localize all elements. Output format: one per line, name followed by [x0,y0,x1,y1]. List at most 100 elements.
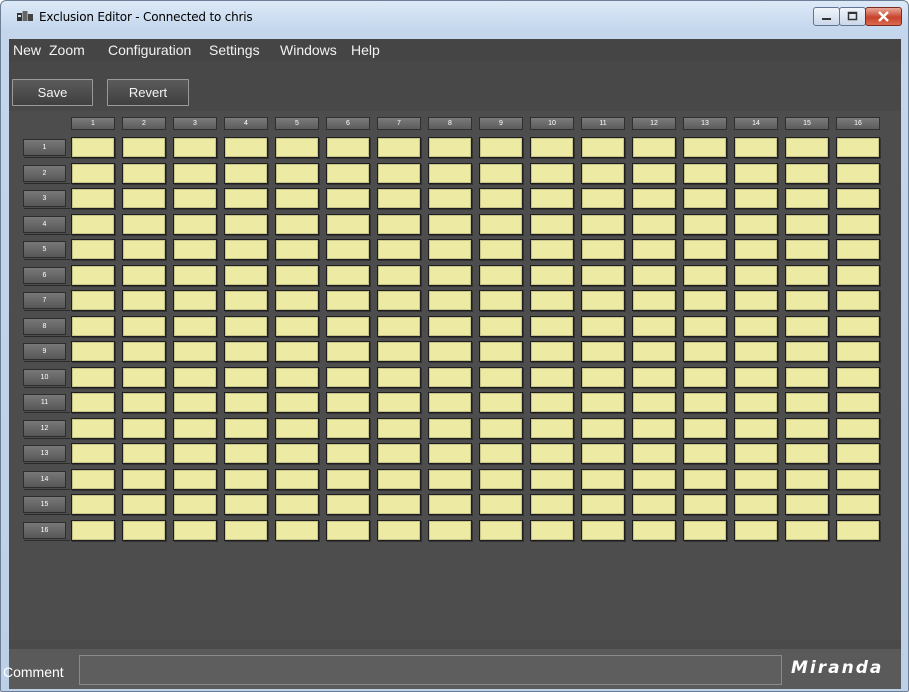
matrix-cell[interactable] [326,188,370,209]
matrix-cell[interactable] [479,417,523,439]
matrix-cell[interactable] [275,137,319,158]
matrix-cell[interactable] [224,468,268,490]
matrix-cell[interactable] [122,162,166,184]
matrix-cell[interactable] [581,239,625,260]
row-header[interactable]: 13 [23,445,70,464]
matrix-cell[interactable] [632,443,676,464]
matrix-cell[interactable] [734,443,778,464]
matrix-cell[interactable] [836,494,880,515]
matrix-cell[interactable] [428,188,472,209]
matrix-cell[interactable] [224,264,268,286]
matrix-cell[interactable] [581,392,625,413]
matrix-cell[interactable] [632,417,676,439]
matrix-cell[interactable] [71,315,115,337]
menu-configuration[interactable]: Configuration [108,42,191,58]
matrix-cell[interactable] [122,443,166,464]
matrix-cell[interactable] [71,494,115,515]
matrix-cell[interactable] [632,188,676,209]
matrix-cell[interactable] [530,188,574,209]
matrix-cell[interactable] [581,494,625,515]
matrix-cell[interactable] [173,162,217,184]
matrix-cell[interactable] [836,213,880,235]
matrix-cell[interactable] [530,519,574,541]
row-header[interactable]: 5 [23,241,70,260]
matrix-cell[interactable] [530,213,574,235]
matrix-cell[interactable] [581,137,625,158]
matrix-cell[interactable] [224,162,268,184]
matrix-cell[interactable] [836,468,880,490]
matrix-cell[interactable] [428,162,472,184]
matrix-cell[interactable] [326,137,370,158]
matrix-cell[interactable] [479,443,523,464]
matrix-cell[interactable] [122,392,166,413]
matrix-cell[interactable] [683,239,727,260]
column-header[interactable]: 7 [377,117,421,130]
matrix-cell[interactable] [71,519,115,541]
matrix-cell[interactable] [122,366,166,388]
column-header[interactable]: 13 [683,117,727,130]
matrix-cell[interactable] [122,494,166,515]
matrix-cell[interactable] [275,443,319,464]
row-header[interactable]: 1 [23,139,70,158]
row-header[interactable]: 16 [23,521,70,541]
matrix-cell[interactable] [71,417,115,439]
matrix-cell[interactable] [734,315,778,337]
matrix-cell[interactable] [530,315,574,337]
matrix-cell[interactable] [479,366,523,388]
row-header[interactable]: 15 [23,496,70,515]
matrix-cell[interactable] [122,188,166,209]
column-header[interactable]: 15 [785,117,829,130]
matrix-cell[interactable] [224,494,268,515]
matrix-cell[interactable] [224,188,268,209]
matrix-cell[interactable] [122,341,166,362]
matrix-cell[interactable] [326,213,370,235]
matrix-cell[interactable] [479,213,523,235]
matrix-cell[interactable] [785,290,829,311]
matrix-cell[interactable] [275,392,319,413]
matrix-cell[interactable] [173,341,217,362]
matrix-cell[interactable] [581,162,625,184]
matrix-cell[interactable] [683,137,727,158]
matrix-cell[interactable] [530,290,574,311]
matrix-cell[interactable] [71,188,115,209]
matrix-cell[interactable] [479,519,523,541]
matrix-cell[interactable] [173,392,217,413]
column-header[interactable]: 14 [734,117,778,130]
column-header[interactable]: 10 [530,117,574,130]
matrix-cell[interactable] [275,188,319,209]
menu-new[interactable]: New [13,42,41,58]
matrix-cell[interactable] [122,417,166,439]
matrix-cell[interactable] [785,392,829,413]
matrix-cell[interactable] [581,366,625,388]
row-header[interactable]: 3 [23,190,70,209]
matrix-cell[interactable] [632,290,676,311]
matrix-cell[interactable] [683,494,727,515]
matrix-cell[interactable] [224,366,268,388]
matrix-cell[interactable] [377,239,421,260]
matrix-cell[interactable] [275,264,319,286]
matrix-cell[interactable] [326,468,370,490]
maximize-button[interactable] [839,7,866,26]
matrix-cell[interactable] [428,366,472,388]
matrix-cell[interactable] [479,392,523,413]
matrix-cell[interactable] [224,392,268,413]
row-header[interactable]: 6 [23,266,70,286]
comment-field[interactable] [79,655,782,685]
matrix-cell[interactable] [428,392,472,413]
matrix-cell[interactable] [734,188,778,209]
matrix-cell[interactable] [326,290,370,311]
matrix-cell[interactable] [224,443,268,464]
matrix-cell[interactable] [479,137,523,158]
matrix-cell[interactable] [275,494,319,515]
matrix-cell[interactable] [428,519,472,541]
matrix-cell[interactable] [326,341,370,362]
column-header[interactable]: 16 [836,117,880,130]
matrix-cell[interactable] [530,468,574,490]
matrix-cell[interactable] [428,213,472,235]
column-header[interactable]: 11 [581,117,625,130]
column-header[interactable]: 5 [275,117,319,130]
matrix-cell[interactable] [173,443,217,464]
matrix-cell[interactable] [785,188,829,209]
matrix-cell[interactable] [224,417,268,439]
matrix-cell[interactable] [632,392,676,413]
